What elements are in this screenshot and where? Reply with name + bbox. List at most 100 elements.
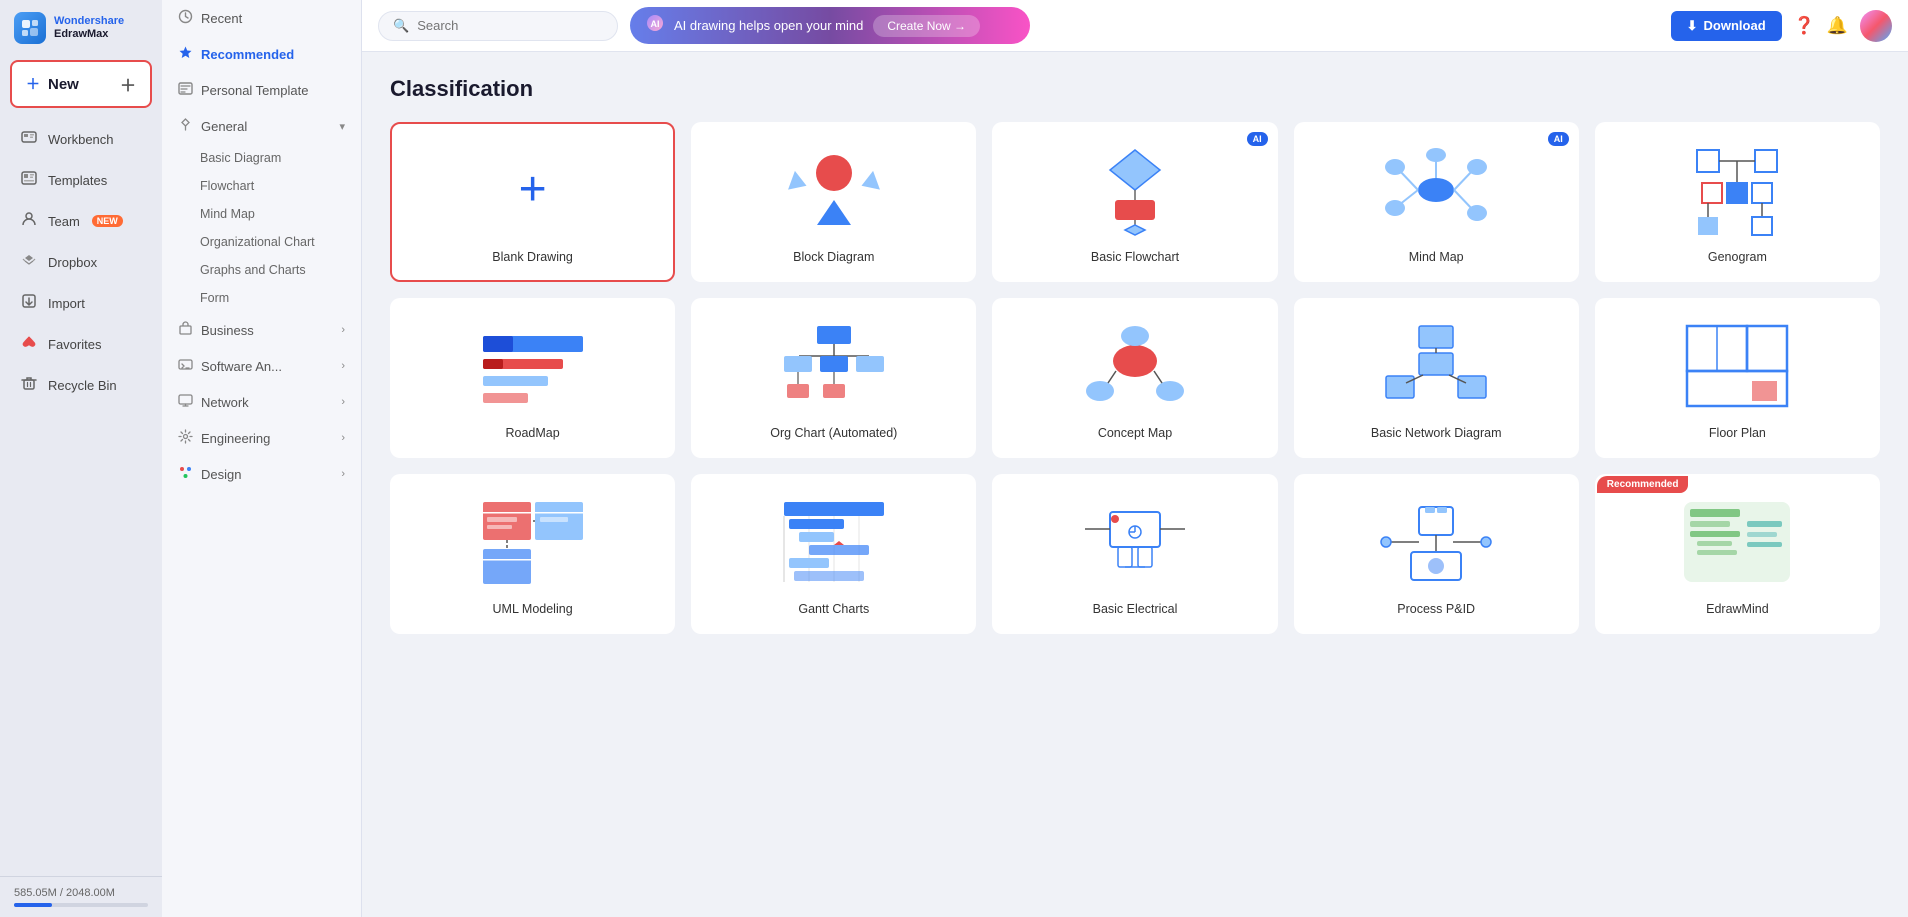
card-gantt[interactable]: Gantt Charts xyxy=(691,474,976,634)
ai-create-now-button[interactable]: Create Now → xyxy=(873,15,980,37)
general-chevron: ▾ xyxy=(339,120,345,133)
business-label: Business xyxy=(201,323,254,338)
download-button[interactable]: ⬇ Download xyxy=(1671,11,1782,41)
sub-basic-diagram[interactable]: Basic Diagram xyxy=(162,144,361,172)
electrical-visual xyxy=(1010,492,1259,592)
panel-personal-label: Personal Template xyxy=(201,83,308,98)
new-add-icon: ＋ xyxy=(120,72,136,96)
dropbox-icon xyxy=(20,252,38,272)
panel-item-personal[interactable]: Personal Template xyxy=(162,72,361,108)
topbar-right: ⬇ Download ❓ 🔔 xyxy=(1671,10,1892,42)
concept-visual xyxy=(1010,316,1259,416)
card-edrawmind[interactable]: Recommended EdrawMind xyxy=(1595,474,1880,634)
sidebar-nav: Workbench Templates Team xyxy=(0,118,162,876)
logo-icon xyxy=(14,12,46,44)
panel-section-business[interactable]: Business › xyxy=(162,312,361,348)
help-icon[interactable]: ❓ xyxy=(1794,16,1815,36)
recommended-icon xyxy=(178,45,193,63)
card-pid[interactable]: Process P&ID xyxy=(1294,474,1579,634)
logo-area: Wondershare EdrawMax xyxy=(0,0,162,56)
sidebar-item-recycle[interactable]: Recycle Bin xyxy=(6,365,156,405)
software-label: Software An... xyxy=(201,359,282,374)
gantt-visual xyxy=(709,492,958,592)
network-label: Network xyxy=(201,395,249,410)
card-network-diagram[interactable]: Basic Network Diagram xyxy=(1294,298,1579,458)
card-concept-map[interactable]: Concept Map xyxy=(992,298,1277,458)
user-avatar[interactable] xyxy=(1860,10,1892,42)
sub-org-chart[interactable]: Organizational Chart xyxy=(162,228,361,256)
card-genogram[interactable]: Genogram xyxy=(1595,122,1880,282)
sidebar-item-workbench[interactable]: Workbench xyxy=(6,119,156,159)
import-icon xyxy=(20,293,38,313)
general-icon xyxy=(178,117,193,135)
flowchart-label: Basic Flowchart xyxy=(1091,250,1179,264)
design-label: Design xyxy=(201,467,241,482)
network-visual xyxy=(1312,316,1561,416)
workbench-icon xyxy=(20,129,38,149)
pid-label: Process P&ID xyxy=(1397,602,1475,616)
sub-flowchart[interactable]: Flowchart xyxy=(162,172,361,200)
workbench-label: Workbench xyxy=(48,132,114,147)
card-uml[interactable]: UML Modeling xyxy=(390,474,675,634)
search-icon: 🔍 xyxy=(393,18,409,34)
engineering-label: Engineering xyxy=(201,431,270,446)
sidebar-item-team[interactable]: Team NEW xyxy=(6,201,156,241)
edrawmind-label: EdrawMind xyxy=(1706,602,1769,616)
card-electrical[interactable]: Basic Electrical xyxy=(992,474,1277,634)
orgchart-visual xyxy=(709,316,958,416)
storage-fill xyxy=(14,903,52,907)
content-area: Classification + Blank Drawing xyxy=(362,52,1908,917)
card-roadmap[interactable]: RoadMap xyxy=(390,298,675,458)
uml-visual xyxy=(408,492,657,592)
storage-bar xyxy=(14,903,148,907)
blank-drawing-label: Blank Drawing xyxy=(492,250,573,264)
general-label: General xyxy=(201,119,247,134)
sub-graphs-charts[interactable]: Graphs and Charts xyxy=(162,256,361,284)
ai-banner-text: AI drawing helps open your mind xyxy=(674,18,863,33)
panel-section-software[interactable]: Software An... › xyxy=(162,348,361,384)
ai-banner[interactable]: AI AI drawing helps open your mind Creat… xyxy=(630,7,1030,44)
mindmap-ai-badge: AI xyxy=(1548,132,1569,146)
card-floor-plan[interactable]: Floor Plan xyxy=(1595,298,1880,458)
templates-label: Templates xyxy=(48,173,107,188)
sidebar: Wondershare EdrawMax ＋ New ＋ Workbench xyxy=(0,0,162,917)
search-box[interactable]: 🔍 xyxy=(378,11,618,41)
panel-section-general[interactable]: General ▾ xyxy=(162,108,361,144)
sidebar-item-templates[interactable]: Templates xyxy=(6,160,156,200)
new-button[interactable]: ＋ New ＋ xyxy=(10,60,152,108)
panel-section-network[interactable]: Network › xyxy=(162,384,361,420)
electrical-label: Basic Electrical xyxy=(1093,602,1178,616)
download-icon: ⬇ xyxy=(1687,18,1698,34)
flowchart-ai-badge: AI xyxy=(1247,132,1268,146)
pid-visual xyxy=(1312,492,1561,592)
card-mind-map[interactable]: AI Mind M xyxy=(1294,122,1579,282)
recent-icon xyxy=(178,9,193,27)
main-content: 🔍 AI AI drawing helps open your mind Cr xyxy=(362,0,1908,917)
search-input[interactable] xyxy=(417,18,603,33)
software-chevron: › xyxy=(341,360,345,372)
new-label: New xyxy=(48,76,79,93)
team-badge: NEW xyxy=(92,215,123,227)
svg-text:AI: AI xyxy=(651,19,660,29)
panel-item-recommended[interactable]: Recommended xyxy=(162,36,361,72)
panel-item-recent[interactable]: Recent xyxy=(162,0,361,36)
sub-mind-map[interactable]: Mind Map xyxy=(162,200,361,228)
notification-icon[interactable]: 🔔 xyxy=(1827,16,1848,36)
sidebar-item-favorites[interactable]: Favorites xyxy=(6,324,156,364)
design-chevron: › xyxy=(341,468,345,480)
card-blank-drawing[interactable]: + Blank Drawing xyxy=(390,122,675,282)
topbar: 🔍 AI AI drawing helps open your mind Cr xyxy=(362,0,1908,52)
sub-form[interactable]: Form xyxy=(162,284,361,312)
panel-section-engineering[interactable]: Engineering › xyxy=(162,420,361,456)
card-org-chart[interactable]: Org Chart (Automated) xyxy=(691,298,976,458)
sidebar-item-import[interactable]: Import xyxy=(6,283,156,323)
team-icon xyxy=(20,211,38,231)
genogram-visual xyxy=(1613,140,1862,240)
panel-section-design[interactable]: Design › xyxy=(162,456,361,492)
edrawmind-visual xyxy=(1613,492,1862,592)
floorplan-visual xyxy=(1613,316,1862,416)
card-basic-flowchart[interactable]: AI Basic Flowchart xyxy=(992,122,1277,282)
card-block-diagram[interactable]: Block Diagram xyxy=(691,122,976,282)
sidebar-item-dropbox[interactable]: Dropbox xyxy=(6,242,156,282)
left-panel: Recent Recommended Personal Template Gen… xyxy=(162,0,362,917)
